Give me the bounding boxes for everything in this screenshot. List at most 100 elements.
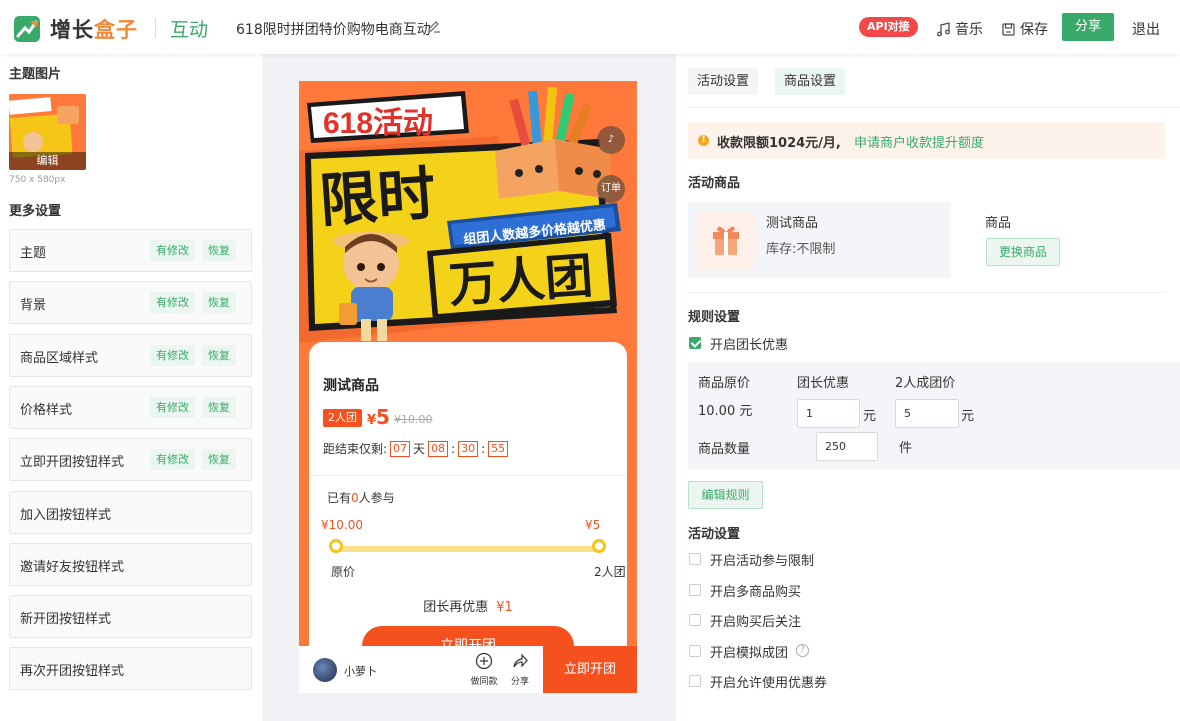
option-checkbox[interactable] [689,675,701,687]
notice-text: 收款限额1024元/月, [717,136,841,151]
participants-count: 已有0人参与 [327,491,395,505]
group-price-input[interactable]: 5 [895,399,959,428]
tab-goods-settings[interactable]: 商品设置 [775,68,846,95]
setting-label: 邀请好友按钮样式 [20,559,125,575]
countdown: 距结束仅剩: 07 天 08 : 30 : 55 [323,440,509,457]
option-checkbox[interactable] [689,583,701,596]
logout-button[interactable]: 退出 [1132,19,1160,39]
phone-preview: 618活动 限时 组团人数越多价格越优惠 万人团 ♪ 订单 测试商品 2人团 ¥… [299,81,637,693]
restore-button[interactable]: 恢复 [202,396,236,418]
setting-row[interactable]: 加入团按钮样式 [9,490,252,534]
top-bar: 增长盒子 互动 618限时拼团特价购物电商互动 API对接 音乐 保存 分享 退… [0,0,1180,54]
option-checkbox[interactable] [689,644,701,657]
group-size-tag: 2人团 [323,409,362,427]
price-progress-track [335,546,600,552]
setting-label: 再次开团按钮样式 [20,664,125,680]
music-float-icon[interactable]: ♪ [597,126,625,154]
option-checkbox[interactable] [689,614,701,626]
author-avatar [313,658,337,682]
modified-tag: 有修改 [150,292,195,314]
order-float-button[interactable]: 订单 [597,175,625,203]
progress-start-dot [329,539,343,553]
setting-row[interactable]: 价格样式 有修改 恢复 [9,385,252,429]
modified-tag: 有修改 [150,396,195,418]
page-title: 618限时拼团特价购物电商互动 [236,22,431,38]
api-badge[interactable]: API对接 [859,17,918,37]
settings-panel: 活动设置 商品设置 ! 收款限额1024元/月, 申请商户收款提升额度 活动商品… [676,54,1180,721]
modified-tag: 有修改 [150,240,195,261]
share-button[interactable]: 分享 [1062,13,1114,41]
section-divider [688,292,1165,293]
setting-label: 背景 [20,298,47,314]
activity-goods-title: 活动商品 [688,176,741,191]
theme-image-thumbnail[interactable]: 编辑 [9,94,86,170]
goods-card: 测试商品 库存:不限制 [688,202,950,278]
preview-share-label: 分享 [510,677,529,687]
option-label: 开启允许使用优惠券 [710,676,828,691]
thumbnail-size: 750 x 580px [9,175,66,185]
change-goods-button[interactable]: 更换商品 [986,238,1060,266]
edit-rules-button[interactable]: 编辑规则 [688,481,763,509]
goods-image [697,211,755,269]
countdown-label: 距结束仅剩: [323,442,388,456]
setting-row[interactable]: 背景 有修改 恢复 [9,281,252,325]
setting-label: 主题 [20,246,47,261]
restore-button[interactable]: 恢复 [202,240,236,261]
help-icon[interactable]: ? [796,643,809,657]
preview-share-button[interactable]: 分享 [505,652,535,687]
payment-limit-notice: ! 收款限额1024元/月, 申请商户收款提升额度 [688,122,1165,159]
option-checkbox[interactable] [689,553,701,565]
tab-activity-settings[interactable]: 活动设置 [688,68,759,95]
restore-button[interactable]: 恢复 [202,344,236,366]
countdown-separator: : [451,441,456,456]
thumbnail-edit-label: 编辑 [9,152,86,170]
original-price-header: 商品原价 [698,376,751,391]
countdown-hours: 08 [428,440,449,457]
original-price: ¥10.00 [394,413,433,426]
setting-row[interactable]: 商品区域样式 有修改 恢复 [9,333,252,377]
logo-icon [14,16,40,42]
quantity-input[interactable]: 250 [816,432,878,461]
banner-art: 618活动 限时 组团人数越多价格越优惠 万人团 [299,81,637,343]
edit-title-icon[interactable] [427,19,441,33]
progress-end-price: ¥5 [585,518,601,532]
group-price-header: 2人成团价 [895,376,956,391]
restore-button[interactable]: 恢复 [202,292,236,314]
restore-button[interactable]: 恢复 [202,449,236,471]
setting-label: 新开团按钮样式 [20,612,112,628]
setting-row[interactable]: 新开团按钮样式 [9,595,252,639]
promo-banner[interactable]: 618活动 限时 组团人数越多价格越优惠 万人团 ♪ 订单 [299,81,637,343]
setting-row[interactable]: 再次开团按钮样式 [9,647,252,691]
more-settings-title: 更多设置 [9,204,62,219]
leader-discount-checkbox[interactable] [689,337,701,349]
setting-row[interactable]: 邀请好友按钮样式 [9,542,252,586]
leader-discount-header: 团长优惠 [797,376,850,391]
leader-unit: 元 [863,409,877,424]
goods-name: 测试商品 [766,216,819,231]
quantity-label: 商品数量 [698,442,751,457]
bottom-open-group-button[interactable]: 立即开团 [543,646,637,693]
countdown-days: 07 [390,440,411,457]
progress-start-price: ¥10.00 [321,518,363,532]
activity-settings-title: 活动设置 [688,527,741,542]
header-divider [155,18,156,38]
module-name: 互动 [170,19,209,41]
tab-divider [688,107,1180,108]
goods-stock: 库存:不限制 [766,242,836,257]
save-icon [1002,22,1015,36]
same-style-button[interactable]: 做同款 [469,652,499,687]
same-style-label: 做同款 [470,677,498,687]
setting-row[interactable]: 立即开团按钮样式 有修改 恢复 [9,438,252,482]
setting-label: 加入团按钮样式 [20,507,112,523]
apply-limit-link[interactable]: 申请商户收款提升额度 [854,132,984,151]
product-card: 测试商品 2人团 ¥5 ¥10.00 距结束仅剩: 07 天 08 : 30 :… [309,342,627,693]
save-button[interactable]: 保存 [1001,19,1048,39]
preview-bottom-bar: 小萝卜 做同款 分享 立即开团 [299,646,637,693]
setting-row[interactable]: 主题 有修改 恢复 [9,229,252,272]
leader-discount-input[interactable]: 1 [797,399,860,428]
logo-text: 增长盒子 [50,18,138,42]
banner-headline-2: 万人团 [447,250,594,313]
card-divider [309,475,627,476]
option-label: 开启购买后关注 [710,615,802,630]
music-button[interactable]: 音乐 [936,19,983,39]
